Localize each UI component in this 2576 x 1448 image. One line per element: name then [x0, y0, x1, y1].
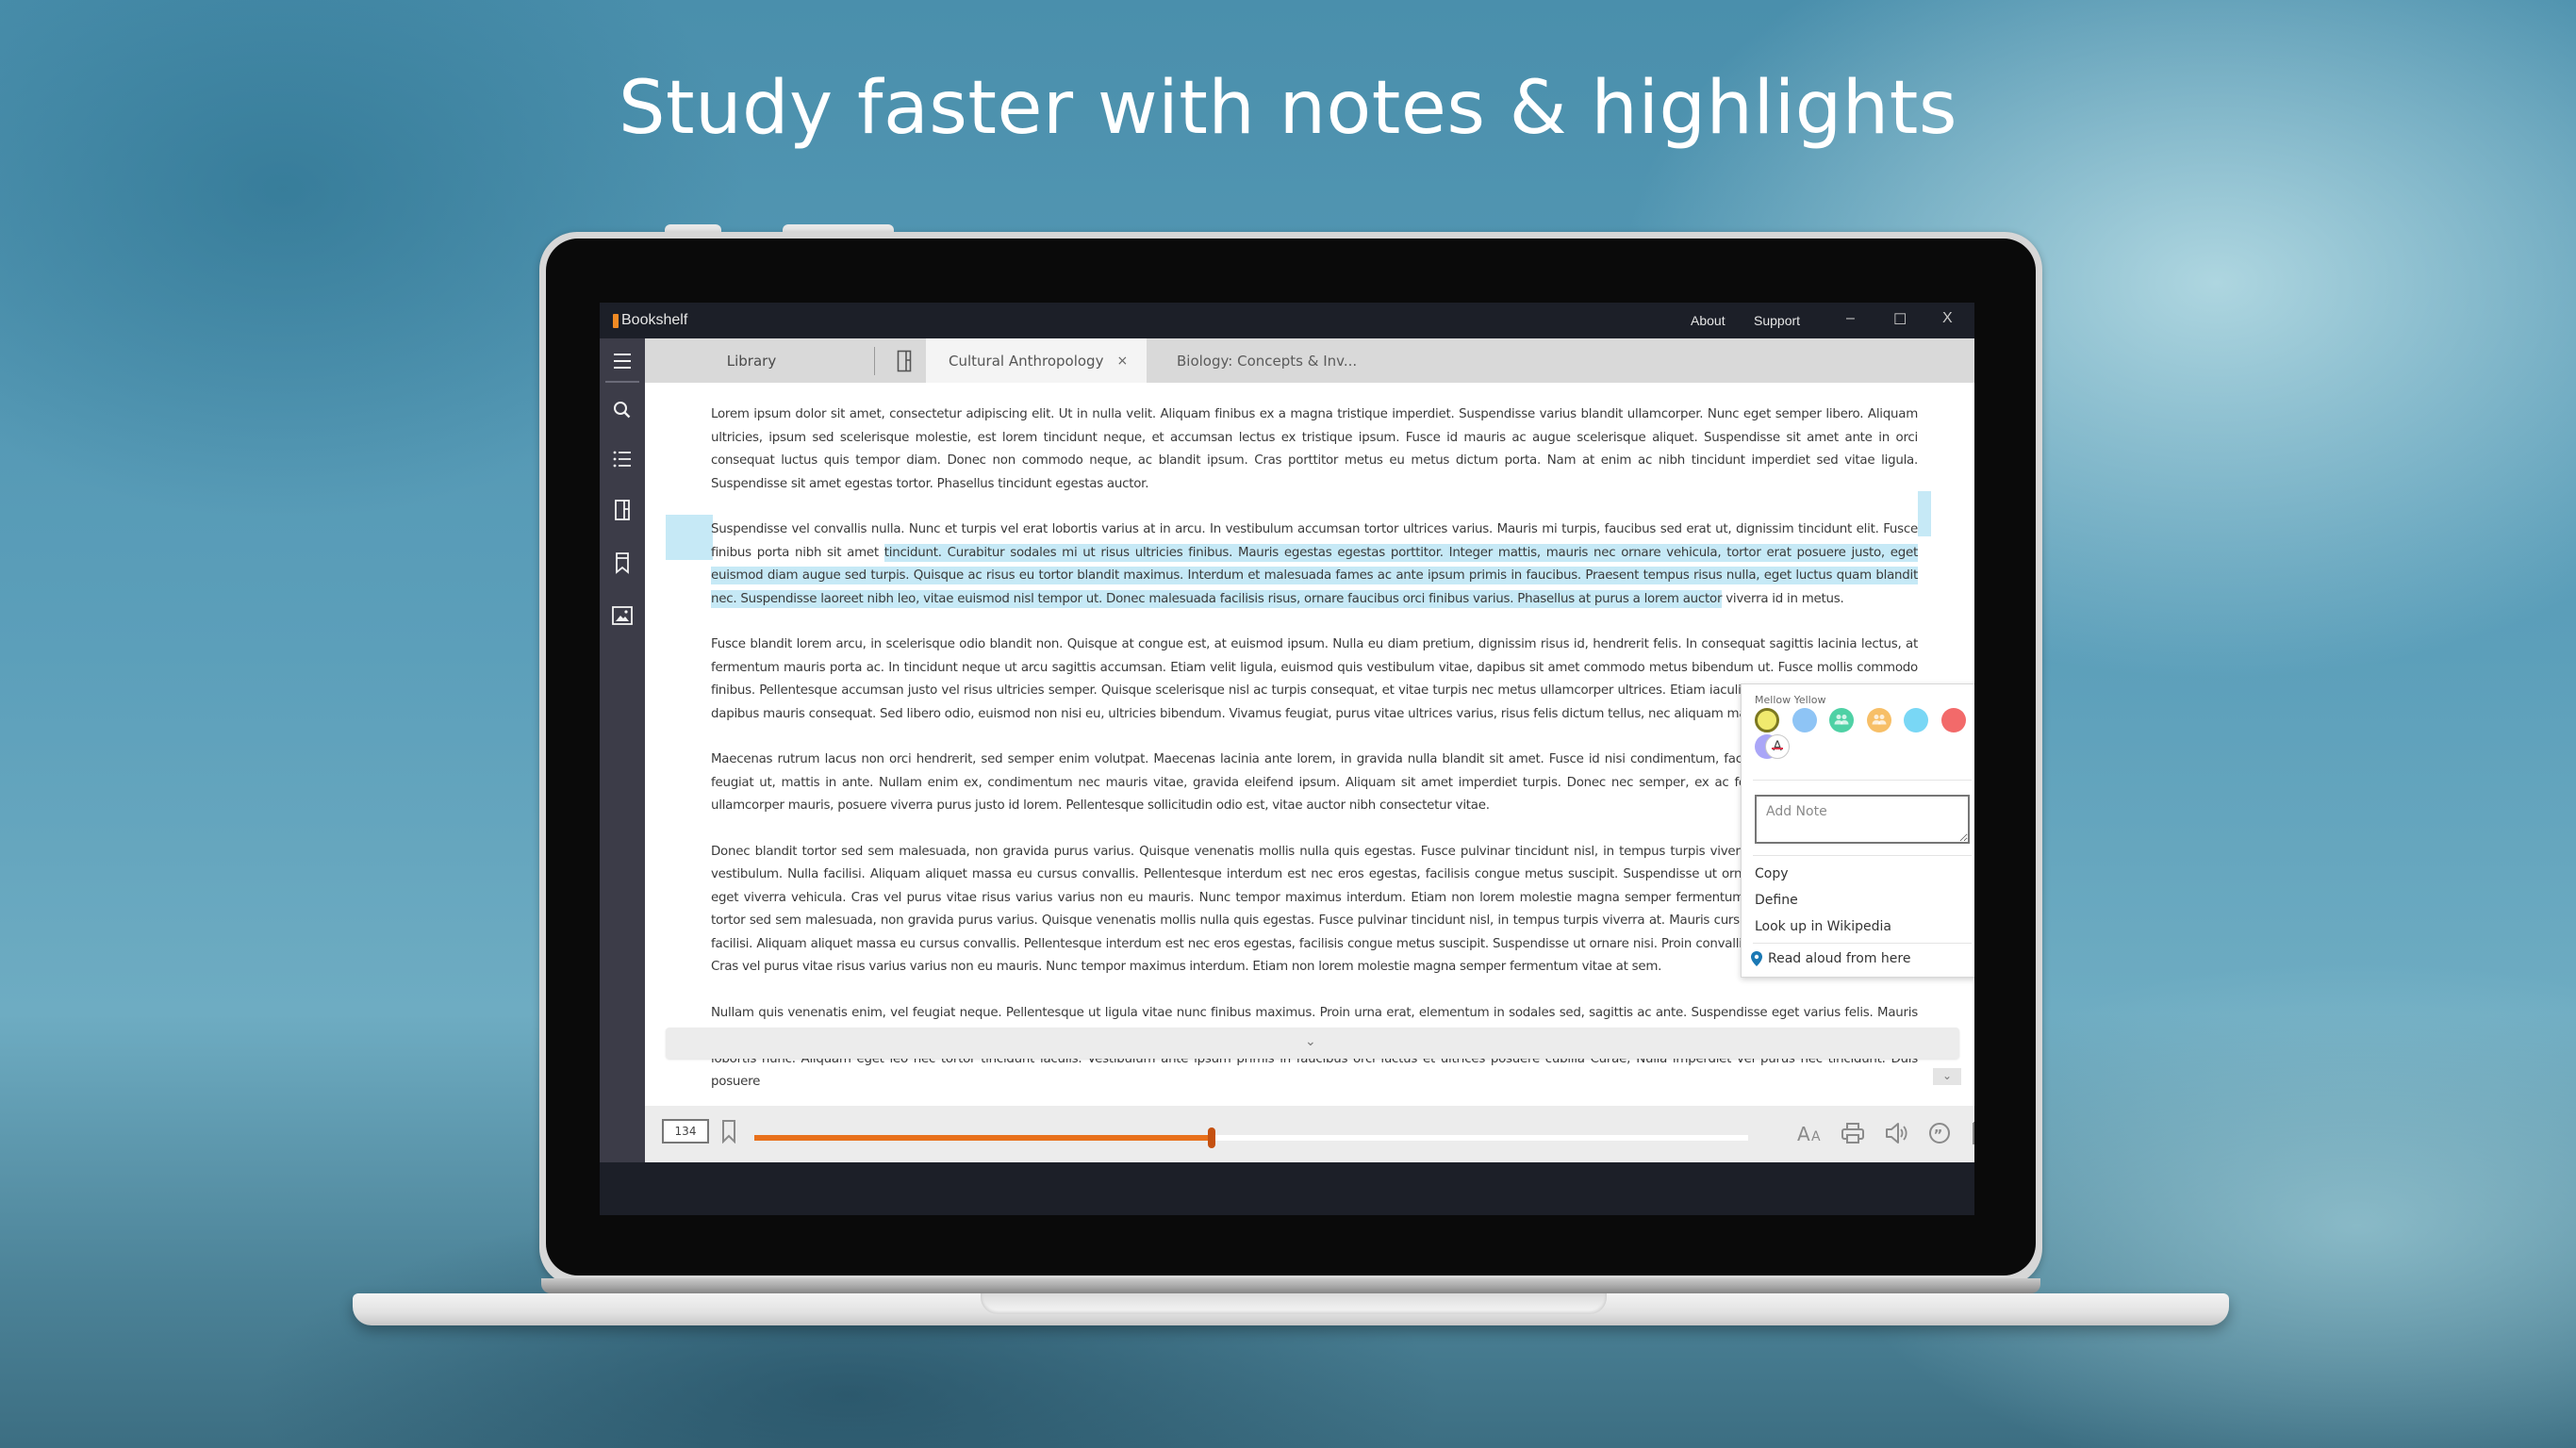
text-size-icon[interactable]: AA	[1797, 1121, 1825, 1145]
about-link[interactable]: About	[1691, 313, 1726, 328]
close-tab-icon[interactable]: ×	[1116, 354, 1128, 369]
paragraph-text: viverra id in metus.	[1722, 591, 1844, 606]
highlight-color-swatch[interactable]	[1904, 708, 1928, 732]
menu-icon[interactable]	[611, 350, 634, 372]
paragraph: Fusce blandit lorem arcu, in scelerisque…	[711, 637, 1918, 721]
print-icon[interactable]	[1841, 1121, 1865, 1145]
highlight-popup: Mellow Yellow A Copy Define Look up in W…	[1741, 683, 1974, 978]
reader-toolbar: 134 AA ”	[645, 1106, 1974, 1162]
highlight-margin-left	[666, 515, 713, 560]
progress-fill	[754, 1135, 1212, 1141]
highlight-color-swatch[interactable]	[1755, 708, 1779, 732]
svg-text:A: A	[1797, 1123, 1810, 1145]
read-aloud-label: Read aloud from here	[1768, 951, 1911, 966]
maximize-button[interactable]: ☐	[1893, 310, 1907, 329]
search-icon[interactable]	[611, 399, 634, 421]
app-brand: Bookshelf	[613, 312, 687, 329]
shared-group-icon	[1872, 715, 1886, 725]
tab-label: Cultural Anthropology	[949, 352, 1104, 370]
location-pin-icon	[1751, 951, 1762, 966]
chevron-down-icon: ⌄	[1941, 1069, 1953, 1082]
highlight-color-swatch[interactable]	[1940, 708, 1966, 732]
remove-highlight-button[interactable]: A	[1765, 734, 1790, 759]
selected-color-name: Mellow Yellow	[1755, 694, 1826, 706]
window-footer	[600, 1162, 1974, 1215]
minimize-button[interactable]: –	[1846, 310, 1855, 327]
bookshelf-logo-icon	[613, 313, 619, 328]
chevron-down-icon: ⌄	[1305, 1033, 1316, 1048]
highlight-color-swatch[interactable]	[1792, 708, 1817, 732]
divider	[1753, 855, 1972, 856]
promo-headline: Study faster with notes & highlights	[619, 66, 1957, 151]
shared-group-icon	[1834, 715, 1849, 725]
tab-cultural-anthropology[interactable]: Cultural Anthropology ×	[926, 338, 1147, 383]
highlight-margin-right	[1918, 491, 1931, 536]
tab-bar: Library Cultural Anthropology × Biology:…	[645, 338, 1974, 383]
image-icon[interactable]	[611, 604, 634, 627]
expand-toolbar-button[interactable]: ⌄	[1933, 1068, 1961, 1085]
paragraph-highlighted: Suspendisse vel convallis nulla. Nunc et…	[711, 518, 1918, 611]
page-number-input[interactable]: 134	[662, 1119, 709, 1144]
table-of-contents-icon[interactable]	[611, 448, 634, 470]
bookmark-page-icon[interactable]	[720, 1119, 737, 1144]
read-aloud-menu-item[interactable]: Read aloud from here	[1751, 951, 1910, 966]
quote-icon[interactable]: ”	[1927, 1121, 1952, 1145]
app-window: Bookshelf About Support – ☐ X Library Cu…	[600, 303, 1974, 1215]
laptop-hinge	[541, 1278, 2040, 1293]
reading-pane: Lorem ipsum dolor sit amet, consectetur …	[645, 383, 1974, 1134]
copy-menu-item[interactable]: Copy	[1755, 866, 1789, 881]
progress-thumb[interactable]	[1207, 1127, 1215, 1148]
wikipedia-menu-item[interactable]: Look up in Wikipedia	[1755, 919, 1891, 934]
divider	[1753, 943, 1972, 944]
book-icon[interactable]	[611, 499, 634, 521]
paragraph: Donec blandit tortor sed sem malesuada, …	[711, 844, 1918, 975]
remove-highlight-icon: A	[1773, 739, 1782, 754]
sidebar	[600, 338, 645, 1215]
paragraph: Maecenas rutrum lacus non orci hendrerit…	[711, 752, 1918, 813]
add-note-input[interactable]	[1755, 795, 1970, 844]
sidebar-divider	[605, 381, 639, 383]
page-progress-slider[interactable]	[754, 1127, 1748, 1148]
laptop-bump	[665, 224, 721, 232]
book-icon[interactable]	[890, 338, 918, 383]
highlight-color-swatch[interactable]	[1829, 708, 1854, 732]
highlight-color-swatch[interactable]	[1866, 708, 1891, 732]
svg-text:A: A	[1811, 1129, 1821, 1144]
title-bar: Bookshelf About Support – ☐ X	[600, 303, 1974, 338]
tab-library[interactable]: Library	[645, 338, 858, 383]
tab-separator	[874, 347, 875, 375]
laptop-bump	[783, 224, 894, 232]
bookmark-icon[interactable]	[611, 551, 634, 574]
define-menu-item[interactable]: Define	[1755, 893, 1798, 908]
support-link[interactable]: Support	[1754, 313, 1800, 328]
laptop-notch	[981, 1293, 1607, 1314]
close-window-button[interactable]: X	[1942, 310, 1953, 327]
svg-text:”: ”	[1934, 1127, 1943, 1144]
notes-share-icon[interactable]	[1970, 1121, 1974, 1145]
book-page-text[interactable]: Lorem ipsum dolor sit amet, consectetur …	[711, 403, 1918, 1117]
paragraph: Lorem ipsum dolor sit amet, consectetur …	[711, 407, 1918, 491]
speaker-icon[interactable]	[1884, 1121, 1908, 1145]
divider	[1753, 780, 1972, 781]
scroll-down-bar[interactable]: ⌄	[666, 1028, 1959, 1059]
strike-line	[1772, 748, 1783, 749]
tab-biology[interactable]: Biology: Concepts & Inv...	[1147, 338, 1357, 383]
app-title: Bookshelf	[621, 312, 688, 328]
